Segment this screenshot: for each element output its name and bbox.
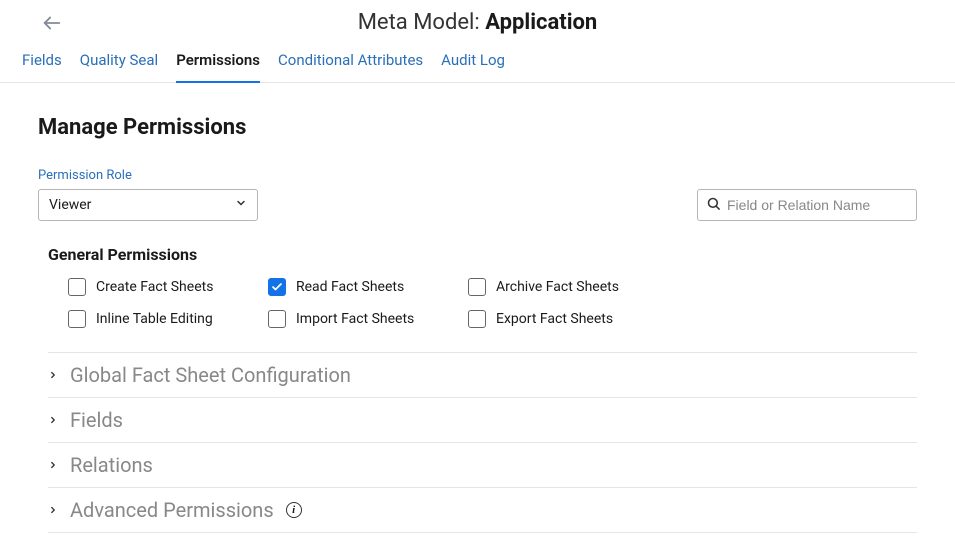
title-name: Application (485, 10, 597, 35)
checkbox[interactable] (468, 278, 486, 296)
arrow-left-icon (41, 12, 63, 34)
accordion-label: Fields (70, 408, 123, 432)
info-icon[interactable]: i (286, 502, 302, 518)
accordion-row-advanced-permissions[interactable]: Advanced Permissions i (48, 488, 917, 533)
permission-label: Create Fact Sheets (96, 279, 213, 295)
permission-item: Read Fact Sheets (268, 278, 468, 296)
tab-fields[interactable]: Fields (22, 45, 62, 82)
search-input[interactable] (727, 197, 908, 213)
permission-label: Import Fact Sheets (296, 311, 414, 327)
title-prefix: Meta Model: (358, 10, 485, 35)
permission-item: Create Fact Sheets (68, 278, 268, 296)
permission-label: Archive Fact Sheets (496, 279, 619, 295)
chevron-down-icon (235, 197, 247, 213)
checkbox[interactable] (268, 310, 286, 328)
accordion-row-relations[interactable]: Relations (48, 443, 917, 488)
accordion-label: Global Fact Sheet Configuration (70, 363, 351, 387)
permission-item: Import Fact Sheets (268, 310, 468, 328)
tabs: Fields Quality Seal Permissions Conditional… (0, 35, 955, 83)
chevron-right-icon (48, 505, 58, 515)
general-permissions-title: General Permissions (48, 245, 917, 264)
permission-role-value: Viewer (49, 197, 91, 213)
checkbox[interactable] (68, 278, 86, 296)
tab-audit-log[interactable]: Audit Log (441, 45, 505, 82)
chevron-right-icon (48, 460, 58, 470)
accordion-label: Advanced Permissions (70, 498, 274, 522)
accordion-row-fields[interactable]: Fields (48, 398, 917, 443)
chevron-right-icon (48, 370, 58, 380)
accordion-label: Relations (70, 453, 153, 477)
permission-item: Export Fact Sheets (468, 310, 668, 328)
permission-item: Archive Fact Sheets (468, 278, 668, 296)
tab-conditional-attributes[interactable]: Conditional Attributes (278, 45, 423, 82)
permission-label: Export Fact Sheets (496, 311, 613, 327)
permission-role-label: Permission Role (38, 168, 258, 183)
checkbox[interactable] (68, 310, 86, 328)
accordion-row-global-fact-sheet-configuration[interactable]: Global Fact Sheet Configuration (48, 352, 917, 398)
page-title: Meta Model: Application (64, 10, 935, 35)
general-permissions-grid: Create Fact Sheets Read Fact Sheets Archiv… (68, 278, 917, 328)
page-heading: Manage Permissions (38, 115, 917, 140)
back-button[interactable] (40, 11, 64, 35)
permission-label: Read Fact Sheets (296, 279, 404, 295)
chevron-right-icon (48, 415, 58, 425)
permission-label: Inline Table Editing (96, 311, 213, 327)
tab-quality-seal[interactable]: Quality Seal (80, 45, 158, 82)
permission-item: Inline Table Editing (68, 310, 268, 328)
checkbox[interactable] (268, 278, 286, 296)
accordion: Global Fact Sheet Configuration Fields Rel… (38, 352, 917, 533)
search-icon (706, 196, 721, 215)
permission-role-select[interactable]: Viewer (38, 189, 258, 221)
tab-permissions[interactable]: Permissions (176, 45, 260, 83)
search-field[interactable] (697, 189, 917, 221)
checkbox[interactable] (468, 310, 486, 328)
